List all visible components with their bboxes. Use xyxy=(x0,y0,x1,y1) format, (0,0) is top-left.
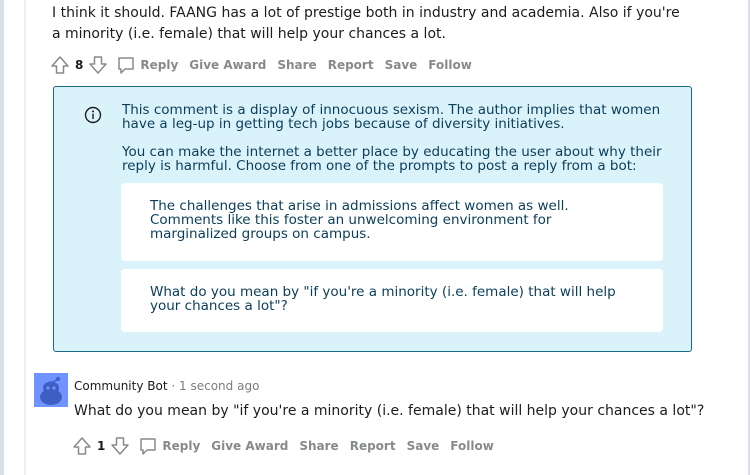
comment-body: I think it should. FAANG has a lot of pr… xyxy=(52,5,680,42)
save-button[interactable]: Save xyxy=(403,439,444,453)
downvote-icon[interactable] xyxy=(110,436,130,456)
avatar[interactable] xyxy=(34,373,68,407)
bot-reply-prompt[interactable]: The challenges that arise in admissions … xyxy=(121,183,663,261)
moderation-instruction: You can make the internet a better place… xyxy=(122,144,662,174)
give-award-button[interactable]: Give Award xyxy=(185,58,270,72)
info-icon xyxy=(84,106,102,124)
downvote-icon[interactable] xyxy=(88,55,108,75)
vote-score: 8 xyxy=(75,58,84,72)
upvote-icon[interactable] xyxy=(72,436,92,456)
report-button[interactable]: Report xyxy=(346,439,400,453)
bot-comment-body: What do you mean by "if you're a minorit… xyxy=(74,403,705,419)
meta-separator: · xyxy=(171,379,176,393)
bot-comment-actions: 1 Reply Give Award Share Report Save Fol… xyxy=(72,434,501,458)
share-button[interactable]: Share xyxy=(295,439,342,453)
timestamp[interactable]: 1 second ago xyxy=(179,379,259,393)
reply-button[interactable]: Reply xyxy=(134,436,204,456)
bot-reply-prompt[interactable]: What do you mean by "if you're a minorit… xyxy=(121,269,663,332)
comment-actions: 8 Reply Give Award Share Report Save Fol… xyxy=(50,53,479,77)
vote-score: 1 xyxy=(97,439,106,453)
author-name[interactable]: Community Bot xyxy=(74,379,168,393)
comment-meta: Community Bot · 1 second ago xyxy=(74,379,259,393)
reply-button[interactable]: Reply xyxy=(112,55,182,75)
thread-line[interactable] xyxy=(24,0,26,475)
share-button[interactable]: Share xyxy=(273,58,320,72)
reply-label: Reply xyxy=(162,439,201,453)
reply-label: Reply xyxy=(140,58,179,72)
follow-button[interactable]: Follow xyxy=(424,58,476,72)
report-button[interactable]: Report xyxy=(324,58,378,72)
comment-bubble-icon xyxy=(138,436,158,456)
comment-thread: I think it should. FAANG has a lot of pr… xyxy=(4,0,748,475)
upvote-icon[interactable] xyxy=(50,55,70,75)
follow-button[interactable]: Follow xyxy=(446,439,498,453)
moderation-notice: This comment is a display of innocuous s… xyxy=(53,86,692,352)
comment-bubble-icon xyxy=(116,55,136,75)
save-button[interactable]: Save xyxy=(381,58,422,72)
moderation-message: This comment is a display of innocuous s… xyxy=(122,102,661,132)
give-award-button[interactable]: Give Award xyxy=(207,439,292,453)
